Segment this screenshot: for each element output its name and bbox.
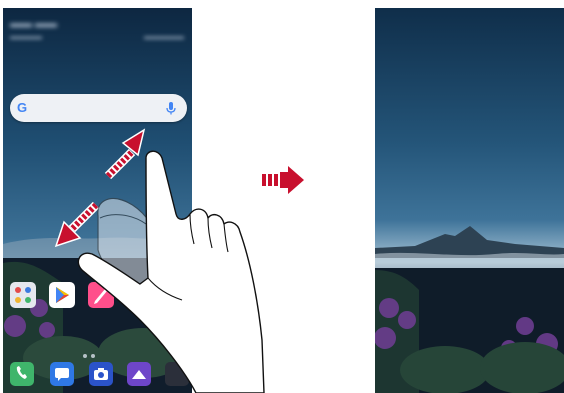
weather-blurred: ▬▬▬▬▬ (144, 32, 184, 41)
play-store-icon[interactable] (49, 282, 75, 308)
wallpaper (3, 8, 192, 393)
messages-icon[interactable] (50, 362, 74, 386)
google-logo: G (17, 100, 28, 115)
camera-icon[interactable] (89, 362, 113, 386)
search-bar[interactable]: G (10, 94, 187, 122)
apps-icon[interactable] (165, 362, 189, 386)
clock-blurred: ▬▬ ▬▬ (10, 18, 58, 30)
page-indicator (462, 383, 480, 393)
page-indicator (83, 345, 99, 363)
mic-icon[interactable] (164, 101, 178, 115)
home-app-row (6, 282, 190, 314)
folder-icon[interactable] (10, 282, 36, 308)
date-blurred: ▬▬▬▬ (10, 32, 42, 41)
gallery-icon[interactable] (127, 362, 151, 386)
gallery-icon[interactable] (127, 282, 153, 308)
pen-icon[interactable] (88, 282, 114, 308)
wallpaper (375, 8, 564, 393)
phone-screen-after (375, 8, 564, 393)
phone-screen-before: ▬▬ ▬▬ ▬▬▬▬ ▬▬▬▬▬ G (3, 8, 192, 393)
dock (3, 362, 192, 393)
status-bar: ▬▬ ▬▬ ▬▬▬▬ ▬▬▬▬▬ (3, 12, 192, 52)
phone-icon[interactable] (10, 362, 34, 386)
next-step-arrow-icon (262, 166, 304, 194)
